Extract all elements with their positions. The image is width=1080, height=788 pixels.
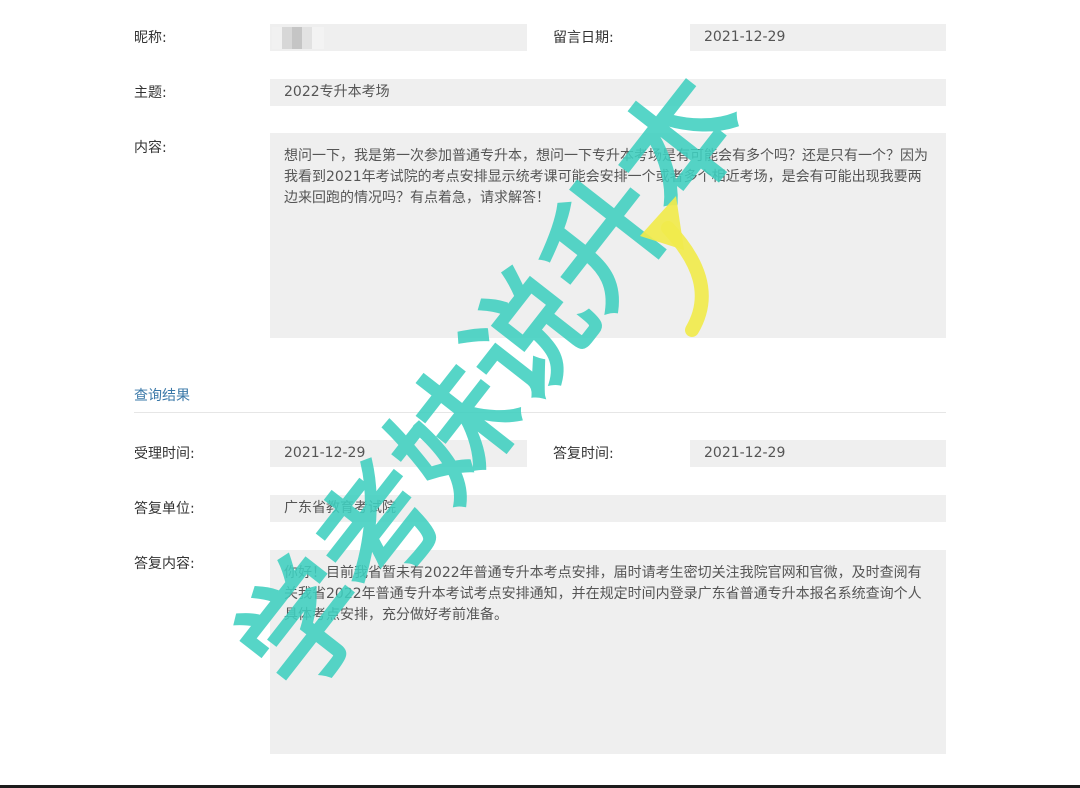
nickname-redaction xyxy=(272,27,324,49)
accept-time-field: 2021-12-29 xyxy=(270,440,527,467)
query-result-title: 查询结果 xyxy=(134,388,190,404)
message-date-field: 2021-12-29 xyxy=(690,24,946,51)
reply-unit-field: 广东省教育考试院 xyxy=(270,495,946,522)
reply-content-field: 你好！目前我省暂未有2022年普通专升本考点安排，届时请考生密切关注我院官网和官… xyxy=(270,550,946,754)
content-field: 想问一下，我是第一次参加普通专升本，想问一下专升本考场是有可能会有多个吗？还是只… xyxy=(270,133,946,338)
subject-label: 主题: xyxy=(134,85,167,101)
reply-time-label: 答复时间: xyxy=(553,446,614,462)
reply-unit-label: 答复单位: xyxy=(134,501,195,517)
accept-time-label: 受理时间: xyxy=(134,446,195,462)
nickname-label: 昵称: xyxy=(134,30,167,46)
content-label: 内容: xyxy=(134,140,167,156)
section-divider xyxy=(134,412,946,413)
message-date-label: 留言日期: xyxy=(553,30,614,46)
reply-content-label: 答复内容: xyxy=(134,556,195,572)
subject-field: 2022专升本考场 xyxy=(270,79,946,106)
reply-time-field: 2021-12-29 xyxy=(690,440,946,467)
